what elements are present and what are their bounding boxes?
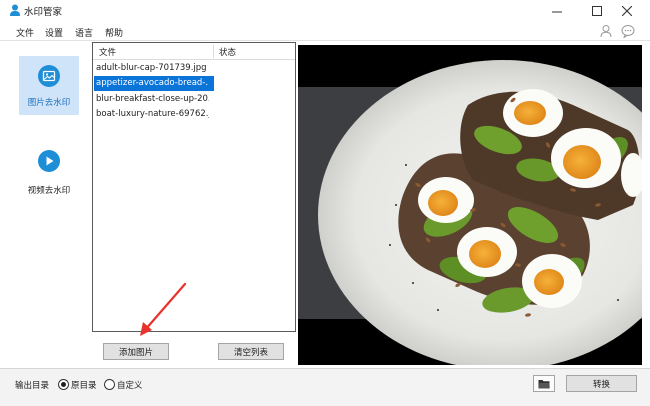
file-row[interactable]: boat-luxury-nature-69762.j... (94, 107, 294, 122)
minimize-button[interactable] (542, 2, 572, 19)
annotation-arrow (140, 282, 187, 336)
title-bar: 水印管家 (0, 0, 650, 22)
clear-list-button[interactable]: 清空列表 (218, 343, 284, 360)
menu-settings[interactable]: 设置 (43, 25, 65, 40)
file-list-header: 文件 状态 (93, 43, 295, 60)
folder-icon (538, 379, 550, 388)
nav-video-watermark-label: 视频去水印 (27, 186, 71, 196)
output-dir-label: 输出目录 (15, 381, 50, 391)
close-icon (622, 5, 632, 16)
add-image-button[interactable]: 添加图片 (103, 343, 169, 360)
user-icon[interactable] (599, 24, 613, 38)
file-name: appetizer-avocado-bread-... (96, 78, 209, 88)
convert-button[interactable]: 转换 (566, 375, 637, 392)
column-status[interactable]: 状态 (219, 46, 236, 58)
nav-image-watermark[interactable]: 图片去水印 (19, 56, 79, 115)
radio-original-dir-label[interactable]: 原目录 (71, 379, 97, 391)
radio-custom-dir-label[interactable]: 自定义 (117, 379, 143, 391)
open-folder-button[interactable] (533, 375, 555, 392)
video-play-icon (38, 150, 60, 172)
window-title: 水印管家 (24, 7, 63, 18)
image-preview[interactable] (298, 45, 642, 365)
column-file[interactable]: 文件 (99, 46, 116, 58)
maximize-icon (592, 5, 602, 16)
menu-bar: 文件 设置 语言 帮助 (0, 22, 650, 41)
radio-original-dir[interactable] (58, 379, 69, 390)
radio-selected-dot (61, 382, 66, 387)
menu-language[interactable]: 语言 (73, 25, 95, 40)
nav-image-watermark-label: 图片去水印 (27, 98, 71, 108)
file-row[interactable]: blur-breakfast-close-up-20... (94, 92, 294, 107)
app-logo-icon (10, 4, 20, 16)
file-row[interactable]: adult-blur-cap-701739.jpg (94, 61, 294, 76)
file-name: adult-blur-cap-701739.jpg (96, 63, 207, 73)
file-name: boat-luxury-nature-69762.j... (96, 109, 209, 119)
preview-photo (298, 60, 642, 365)
file-status-cell[interactable] (213, 76, 294, 91)
column-divider[interactable] (213, 45, 214, 58)
minimize-icon (552, 11, 562, 12)
maximize-button[interactable] (582, 2, 612, 19)
file-list[interactable]: 文件 状态 adult-blur-cap-701739.jpg appetize… (92, 42, 296, 332)
menu-help[interactable]: 帮助 (103, 25, 125, 40)
menu-file[interactable]: 文件 (14, 25, 36, 40)
chat-icon[interactable] (621, 24, 635, 38)
file-name: blur-breakfast-close-up-20... (96, 94, 209, 104)
sidebar: 图片去水印 视频去水印 (0, 42, 90, 367)
nav-video-watermark[interactable]: 视频去水印 (19, 141, 79, 200)
file-row-selected[interactable]: appetizer-avocado-bread-... (94, 76, 294, 91)
close-button[interactable] (612, 2, 642, 19)
radio-custom-dir[interactable] (104, 379, 115, 390)
image-icon (38, 65, 60, 87)
